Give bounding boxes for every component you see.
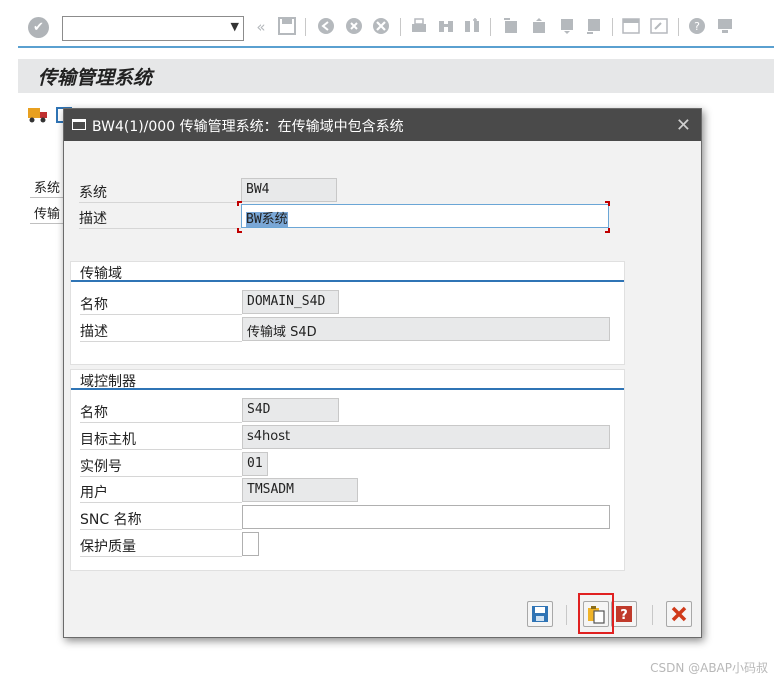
- system-toolbar: ✔ ▼ « ?: [0, 0, 774, 56]
- description-value: BW系统: [246, 212, 288, 227]
- transport-domain-heading: 传输域: [71, 262, 624, 282]
- description-label: 描述: [79, 204, 241, 229]
- system-field: BW4: [241, 178, 337, 202]
- domain-name-row: 名称 DOMAIN_S4D: [80, 290, 610, 316]
- save-icon[interactable]: [278, 17, 296, 37]
- previous-page-icon[interactable]: [530, 17, 548, 37]
- dialog-title: BW4(1)/000 传输管理系统：在传输域中包含系统: [92, 119, 404, 135]
- snc-name-input[interactable]: [242, 505, 610, 529]
- command-field[interactable]: ▼: [62, 16, 244, 41]
- screen-title: 传输管理系统: [38, 67, 153, 89]
- help-button[interactable]: ?: [611, 601, 637, 627]
- first-page-icon[interactable]: [502, 17, 520, 37]
- back-icon[interactable]: «: [252, 17, 270, 37]
- stop-icon[interactable]: [372, 17, 390, 37]
- cancel-icon[interactable]: [345, 17, 363, 37]
- target-host-row: 目标主机 s4host: [80, 425, 610, 451]
- instance-label: 实例号: [80, 452, 242, 477]
- domain-controller-heading: 域控制器: [71, 370, 624, 390]
- target-host-label: 目标主机: [80, 425, 242, 450]
- domain-name-field: DOMAIN_S4D: [242, 290, 339, 314]
- cancel-icon: [671, 606, 687, 622]
- highlight-box: [578, 593, 614, 634]
- instance-field: 01: [242, 452, 268, 476]
- customize-layout-icon[interactable]: [716, 17, 734, 37]
- dialog-title-bar[interactable]: BW4(1)/000 传输管理系统：在传输域中包含系统 ✕: [64, 109, 701, 141]
- user-field: TMSADM: [242, 478, 358, 502]
- svg-text:?: ?: [620, 608, 628, 623]
- protection-row: 保护质量: [80, 532, 610, 558]
- help-icon[interactable]: ?: [688, 17, 706, 37]
- description-input[interactable]: BW系统: [241, 204, 609, 228]
- system-label: 系统: [79, 178, 241, 203]
- system-row: 系统 BW4: [79, 178, 614, 204]
- find-next-icon[interactable]: [463, 17, 481, 37]
- window-icon: [72, 119, 86, 130]
- save-icon: [532, 606, 548, 622]
- new-session-icon[interactable]: [622, 17, 640, 37]
- chevron-down-icon[interactable]: ▼: [231, 20, 239, 33]
- domain-desc-row: 描述 传输域 S4D: [80, 317, 610, 343]
- domain-desc-field: 传输域 S4D: [242, 317, 610, 341]
- domain-desc-label: 描述: [80, 317, 242, 342]
- save-button[interactable]: [527, 601, 553, 627]
- snc-name-row: SNC 名称: [80, 505, 610, 531]
- description-row: 描述 BW系统: [79, 201, 614, 233]
- domain-controller-group: 域控制器 名称 S4D 目标主机 s4host 实例号 01 用户 TMSADM…: [70, 369, 625, 571]
- enter-icon[interactable]: ✔: [28, 17, 49, 38]
- help-icon: ?: [616, 606, 632, 623]
- protection-input[interactable]: [242, 532, 259, 556]
- include-system-dialog: BW4(1)/000 传输管理系统：在传输域中包含系统 ✕ 系统 BW4 描述 …: [63, 108, 702, 638]
- last-page-icon[interactable]: [585, 17, 603, 37]
- close-icon[interactable]: ✕: [676, 115, 691, 136]
- next-page-icon[interactable]: [558, 17, 576, 37]
- domain-name-label: 名称: [80, 290, 242, 315]
- transport-domain-group: 传输域 名称 DOMAIN_S4D 描述 传输域 S4D: [70, 261, 625, 365]
- find-icon[interactable]: [437, 17, 455, 37]
- screen-title-bar: 传输管理系统: [18, 59, 774, 93]
- exit-icon[interactable]: [317, 17, 335, 37]
- svg-text:?: ?: [694, 20, 700, 33]
- user-label: 用户: [80, 478, 242, 503]
- target-host-field: s4host: [242, 425, 610, 449]
- watermark: CSDN @ABAP小码叔: [650, 661, 768, 675]
- print-icon[interactable]: [410, 17, 428, 37]
- protection-label: 保护质量: [80, 532, 242, 557]
- controller-name-label: 名称: [80, 398, 242, 423]
- snc-name-label: SNC 名称: [80, 505, 242, 530]
- controller-name-field: S4D: [242, 398, 339, 422]
- user-row: 用户 TMSADM: [80, 478, 610, 504]
- shortcut-icon[interactable]: [650, 17, 668, 37]
- instance-row: 实例号 01: [80, 452, 610, 478]
- cancel-button[interactable]: [666, 601, 692, 627]
- transport-truck-icon[interactable]: [28, 106, 47, 124]
- controller-name-row: 名称 S4D: [80, 398, 610, 424]
